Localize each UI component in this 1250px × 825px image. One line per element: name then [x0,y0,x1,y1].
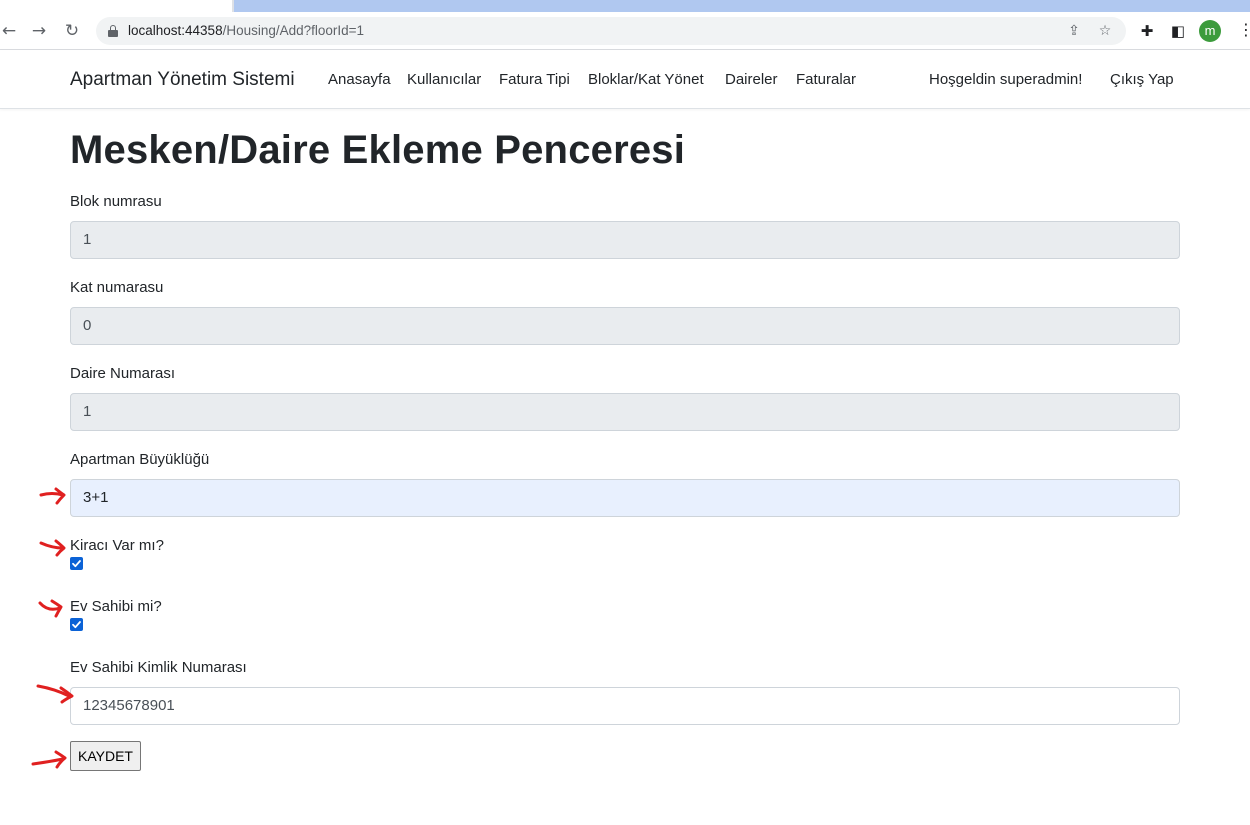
app-navbar: Apartman Yönetim Sistemi Anasayfa Kullan… [0,50,1250,109]
block-number-input[interactable]: 1 [70,221,1180,259]
nav-link-fatura-tipi[interactable]: Fatura Tipi [499,71,570,88]
checkmark-icon [72,621,81,629]
checkmark-icon [72,560,81,568]
forward-arrow-icon[interactable]: → [28,20,50,42]
url-host: localhost:44358 [128,23,223,38]
back-arrow-icon[interactable]: ← [0,20,20,42]
browser-tabstrip [0,0,1250,12]
tenant-label: Kiracı Var mı? [70,537,164,554]
logout-link[interactable]: Çıkış Yap [1110,71,1174,88]
nav-link-daireler[interactable]: Daireler [725,71,778,88]
annotation-arrow-icon [39,539,66,557]
browser-toolbar: ← → ↻ localhost:44358/Housing/Add?floorI… [0,12,1250,50]
navbar-brand[interactable]: Apartman Yönetim Sistemi [70,69,295,91]
nav-link-kullanicilar[interactable]: Kullanıcılar [407,71,481,88]
star-icon[interactable]: ☆ [1095,21,1115,41]
page-title: Mesken/Daire Ekleme Penceresi [70,128,686,172]
share-icon[interactable]: ⇪ [1064,21,1084,41]
annotation-arrow-icon [38,599,63,618]
greeting-text[interactable]: Hoşgeldin superadmin! [929,71,1082,88]
nav-link-faturalar[interactable]: Faturalar [796,71,856,88]
browser-tab-bar [234,0,1250,12]
floor-number-input[interactable]: 0 [70,307,1180,345]
nav-link-anasayfa[interactable]: Anasayfa [328,71,391,88]
apartment-size-input[interactable]: 3+1 [70,479,1180,517]
owner-label: Ev Sahibi mi? [70,598,162,615]
apartment-size-label: Apartman Büyüklüğü [70,451,210,468]
floor-number-label: Kat numarasu [70,279,164,296]
owner-id-input[interactable]: 12345678901 [70,687,1180,725]
owner-checkbox[interactable] [70,618,83,631]
browser-tab-active[interactable] [0,0,232,12]
save-button[interactable]: KAYDET [70,741,141,771]
menu-icon[interactable]: ⋮ [1238,20,1250,42]
block-number-label: Blok numrasu [70,193,162,210]
extensions-icon[interactable]: ✚ [1137,21,1157,41]
annotation-arrow-icon [39,487,66,505]
owner-id-label: Ev Sahibi Kimlik Numarası [70,659,247,676]
url-text[interactable]: localhost:44358/Housing/Add?floorId=1 [128,23,364,38]
nav-link-bloklar[interactable]: Bloklar/Kat Yönet [588,71,704,88]
reload-icon[interactable]: ↻ [61,20,83,42]
url-path: /Housing/Add?floorId=1 [222,23,365,38]
annotation-arrow-icon [36,684,74,704]
door-number-input[interactable]: 1 [70,393,1180,431]
profile-avatar[interactable]: m [1199,20,1221,42]
door-number-label: Daire Numarası [70,365,176,382]
sidebar-icon[interactable]: ◧ [1168,21,1188,41]
address-bar[interactable]: localhost:44358/Housing/Add?floorId=1 ⇪ … [96,17,1126,45]
annotation-arrow-icon [31,750,67,769]
tenant-checkbox[interactable] [70,557,83,570]
lock-icon[interactable] [108,25,118,37]
